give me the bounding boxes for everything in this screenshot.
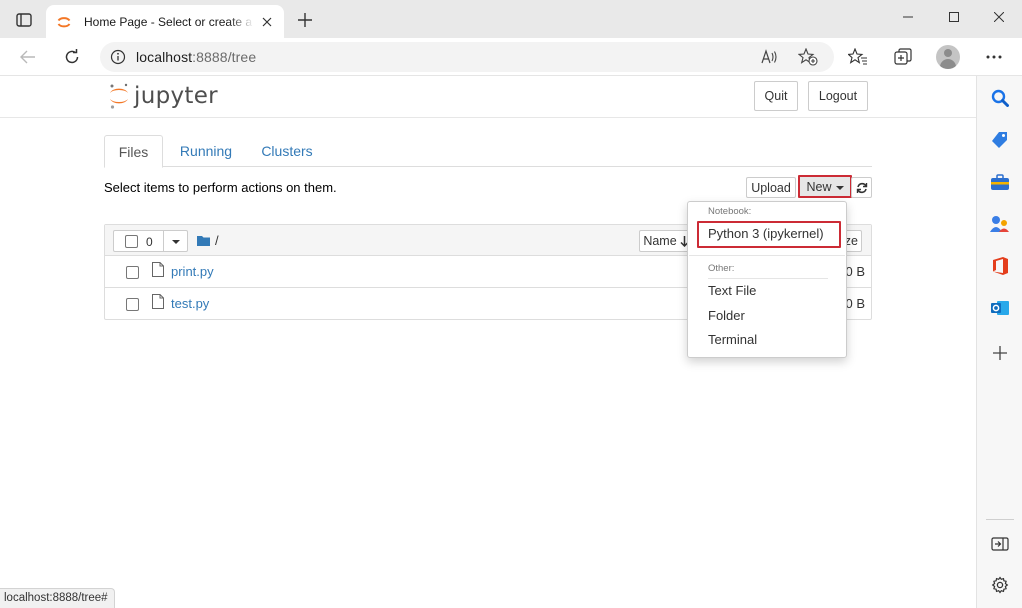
collections-icon: [894, 48, 912, 65]
back-arrow-icon: [20, 50, 35, 64]
sort-by-name-button[interactable]: Name: [639, 230, 693, 252]
refresh-button[interactable]: [851, 177, 872, 198]
file-icon: [152, 294, 164, 309]
select-menu-caret-icon[interactable]: [172, 240, 180, 244]
add-favorite-icon[interactable]: [796, 46, 820, 68]
menu-header-other: Other:: [708, 263, 735, 274]
minimize-icon: [903, 16, 913, 18]
add-sidebar-app-icon[interactable]: [988, 341, 1012, 365]
plus-icon: [298, 13, 312, 27]
selection-hint: Select items to perform actions on them.: [104, 180, 337, 195]
close-window-button[interactable]: [976, 0, 1022, 34]
tab-title: Home Page - Select or create a notebook: [84, 14, 254, 29]
select-all-checkbox[interactable]: [125, 235, 138, 248]
jupyter-logo-text: jupyter: [134, 83, 218, 109]
close-icon: [994, 12, 1004, 22]
hide-sidebar-icon[interactable]: [988, 532, 1012, 556]
site-info-icon[interactable]: [100, 49, 136, 65]
profile-button[interactable]: [933, 43, 963, 71]
browser-toolbar: localhost:8888/tree: [0, 38, 1022, 76]
new-tab-button[interactable]: [292, 9, 318, 31]
file-name-link[interactable]: test.py: [171, 296, 209, 311]
jupyter-favicon-icon: [57, 16, 71, 27]
office-icon[interactable]: [988, 254, 1012, 278]
row-checkbox[interactable]: [126, 266, 139, 279]
folder-icon: [197, 236, 210, 246]
tab-files[interactable]: Files: [104, 135, 163, 168]
logout-button[interactable]: Logout: [808, 81, 868, 111]
new-button[interactable]: New: [798, 175, 852, 198]
split-divider: [163, 231, 164, 251]
reload-button[interactable]: [57, 43, 87, 71]
breadcrumb[interactable]: /: [197, 233, 219, 248]
menu-item-terminal[interactable]: Terminal: [708, 332, 757, 347]
outlook-icon[interactable]: [988, 296, 1012, 320]
file-size: 0 B: [845, 264, 865, 279]
menu-divider: [708, 278, 828, 279]
address-bar[interactable]: localhost:8888/tree: [100, 42, 834, 72]
tools-briefcase-icon[interactable]: [988, 170, 1012, 194]
favorites-button[interactable]: [843, 43, 873, 71]
upload-button[interactable]: Upload: [746, 177, 796, 198]
tab-clusters[interactable]: Clusters: [252, 135, 322, 167]
row-checkbox[interactable]: [126, 298, 139, 311]
jupyter-tree-page: jupyter Quit Logout Files Running Cluste…: [0, 76, 976, 608]
tab-running[interactable]: Running: [170, 135, 242, 167]
more-dots-icon: [986, 55, 1002, 59]
jupyter-tabs: Files Running Clusters: [104, 135, 872, 168]
browser-titlebar: Home Page - Select or create a notebook: [0, 0, 1022, 38]
jupyter-logo[interactable]: jupyter: [108, 81, 218, 111]
gear-icon[interactable]: [988, 573, 1012, 597]
reload-icon: [65, 49, 79, 64]
caret-down-icon: [835, 185, 844, 190]
file-icon: [152, 262, 164, 277]
tab-actions-icon: [16, 13, 32, 27]
menu-header-notebook: Notebook:: [708, 206, 752, 217]
status-bar-url: localhost:8888/tree#: [0, 588, 115, 608]
menu-item-folder[interactable]: Folder: [708, 308, 745, 323]
refresh-icon: [856, 182, 867, 193]
shopping-tag-icon[interactable]: [988, 128, 1012, 152]
maximize-button[interactable]: [931, 0, 977, 34]
read-aloud-icon[interactable]: [758, 46, 782, 68]
maximize-icon: [949, 12, 959, 22]
selected-count: 0: [146, 235, 153, 249]
file-name-link[interactable]: print.py: [171, 264, 214, 279]
games-icon[interactable]: [988, 212, 1012, 236]
settings-more-button[interactable]: [979, 43, 1009, 71]
avatar: [936, 45, 960, 69]
sidebar-divider: [986, 519, 1014, 520]
jupyter-logo-icon: [110, 83, 128, 109]
menu-divider: [689, 255, 845, 256]
edge-sidebar: [976, 76, 1022, 608]
quit-button[interactable]: Quit: [754, 81, 798, 111]
tab-actions-button[interactable]: [10, 9, 38, 31]
new-button-label: New: [806, 179, 832, 194]
address-url: localhost:8888/tree: [136, 49, 256, 65]
collections-button[interactable]: [888, 43, 918, 71]
menu-item-python3[interactable]: Python 3 (ipykernel): [708, 226, 824, 241]
new-dropdown-menu: Notebook: Python 3 (ipykernel) Other: Te…: [687, 201, 847, 358]
tab-close-icon[interactable]: [258, 13, 276, 31]
sort-by-name-label: Name: [643, 234, 677, 248]
minimize-button[interactable]: [885, 0, 931, 34]
menu-item-text-file[interactable]: Text File: [708, 283, 756, 298]
jupyter-header: jupyter Quit Logout: [0, 76, 976, 118]
file-size: 0 B: [845, 296, 865, 311]
select-all-control[interactable]: 0: [113, 230, 188, 252]
browser-tab-active[interactable]: Home Page - Select or create a notebook: [46, 5, 284, 38]
breadcrumb-root: /: [215, 233, 219, 248]
search-icon[interactable]: [988, 86, 1012, 110]
favorites-icon: [848, 48, 867, 65]
address-host: localhost: [136, 49, 193, 65]
back-button[interactable]: [13, 43, 43, 71]
address-path: :8888/tree: [192, 49, 257, 65]
